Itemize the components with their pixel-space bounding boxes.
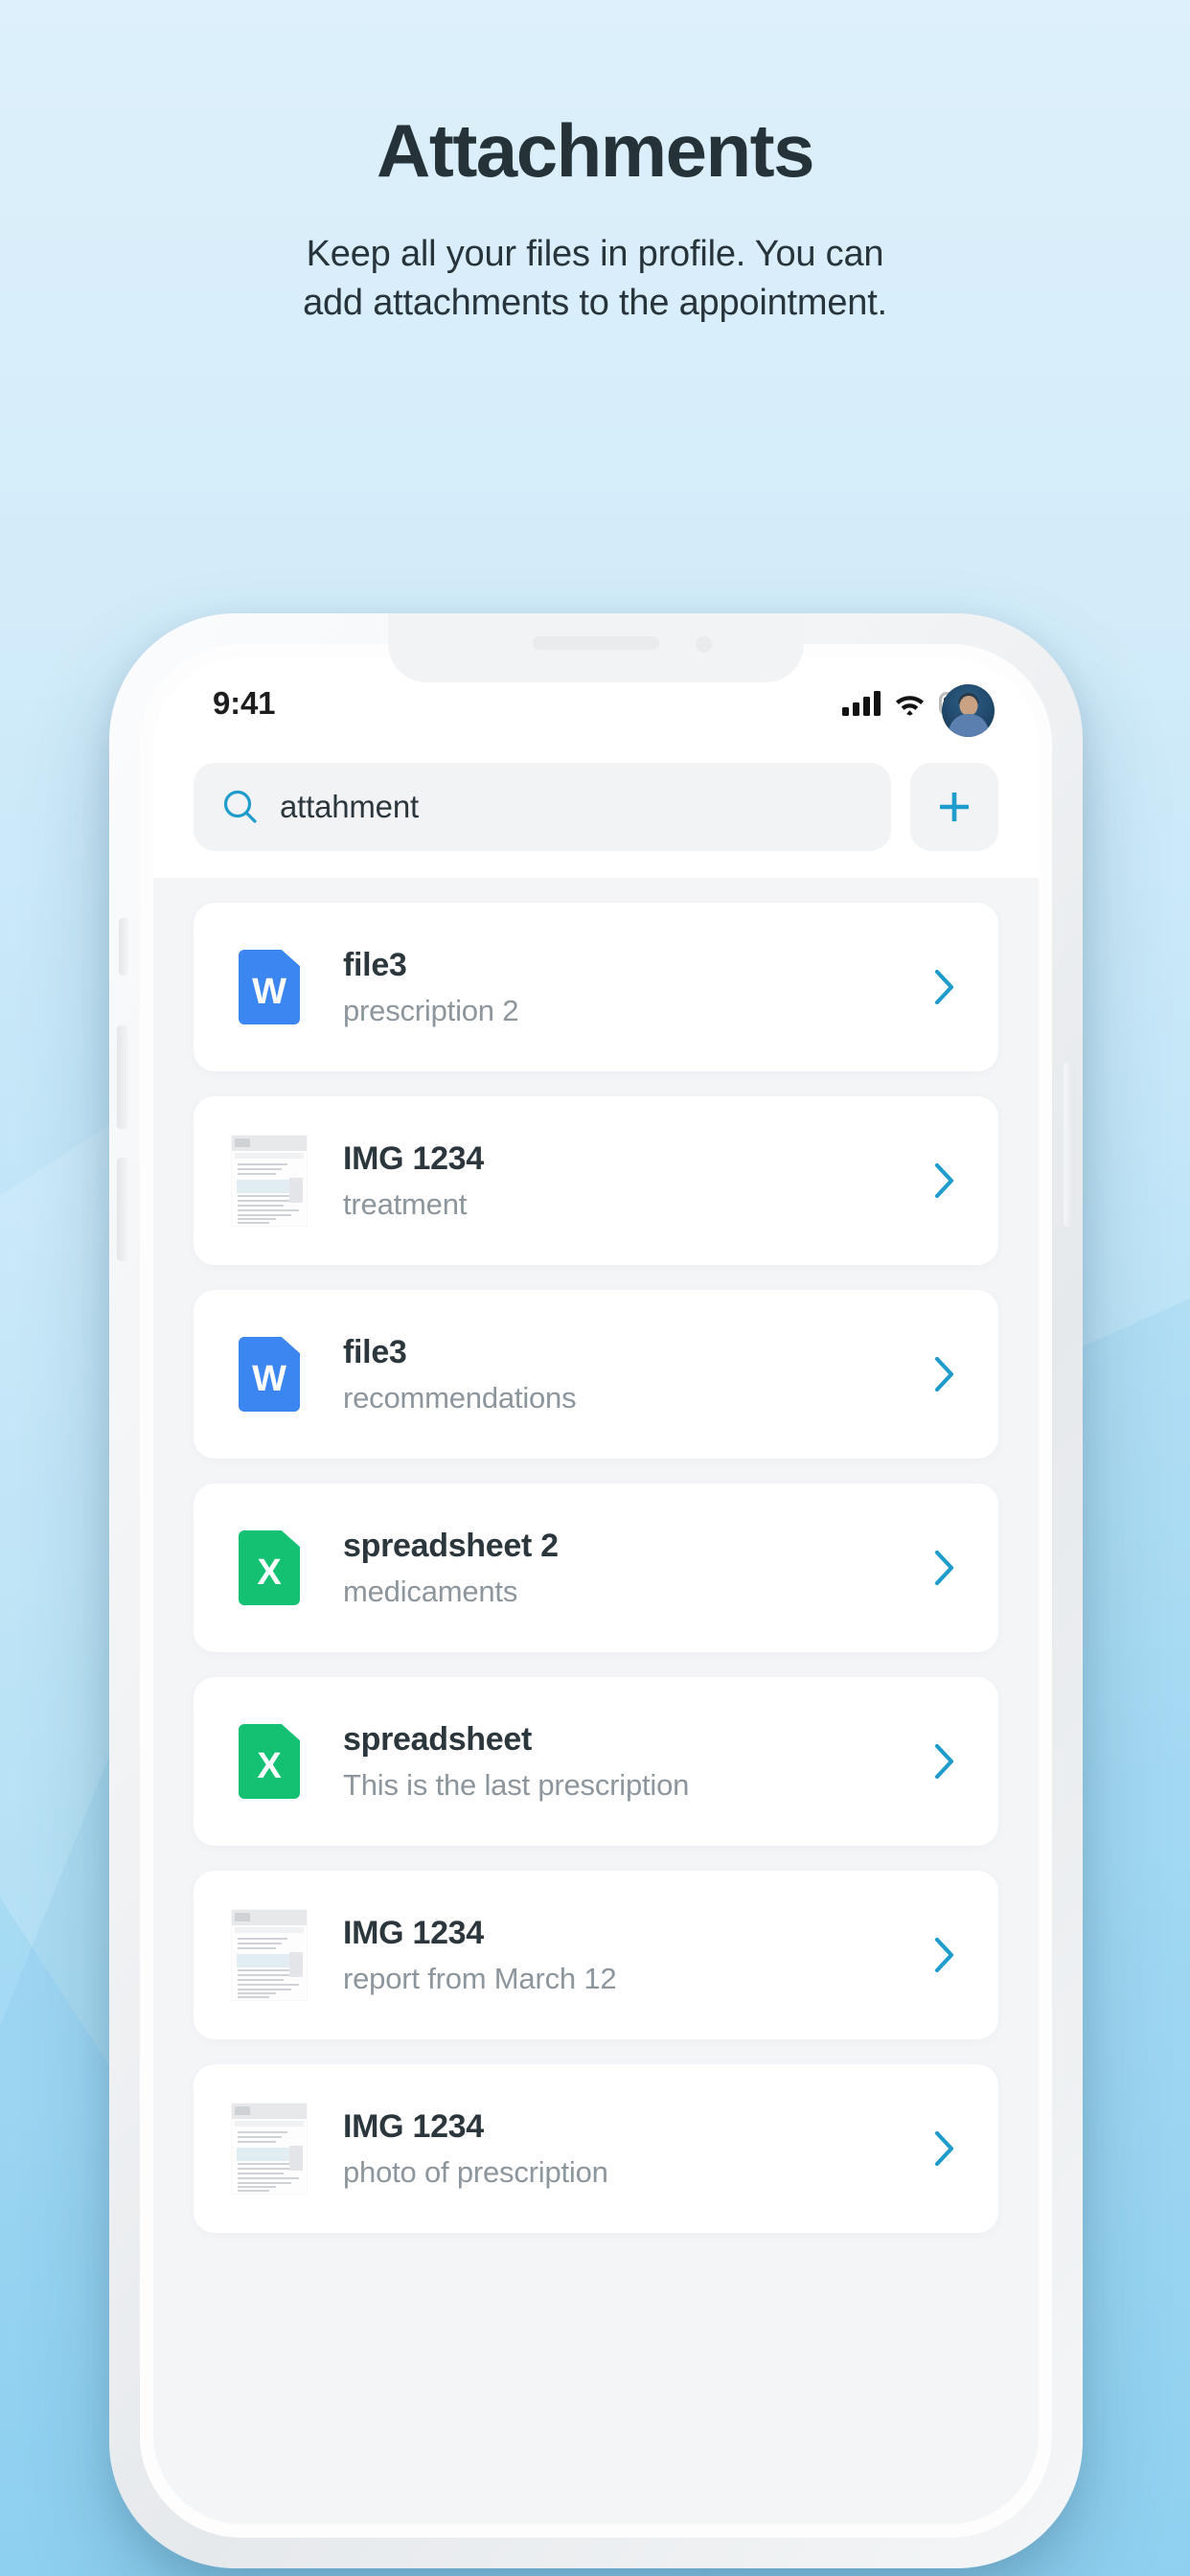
attachment-title: IMG 1234 [343,1139,484,1177]
attachment-list-item[interactable]: IMG 1234 treatment [194,1096,998,1265]
attachment-list-item[interactable]: IMG 1234 photo of prescription [194,2064,998,2233]
image-thumbnail-icon [232,1136,307,1226]
attachments-list: Wfile3 prescription 2 IMG 1234 treatment Wfi… [153,878,1039,2233]
attachment-chevron-button[interactable] [924,1354,966,1394]
cellular-signal-icon [842,691,881,716]
excel-spreadsheet-icon: X [239,1724,300,1799]
attachment-subtitle: photo of prescription [343,2155,608,2190]
word-document-icon: W [239,1337,300,1412]
attachment-text: spreadsheet This is the last prescription [343,1720,924,1804]
attachment-subtitle: report from March 12 [343,1962,617,1996]
attachment-subtitle: medicaments [343,1575,518,1609]
attachment-subtitle: treatment [343,1187,468,1222]
attachment-icon: W [228,1337,310,1412]
attachment-list-item[interactable]: IMG 1234 report from March 12 [194,1871,998,2039]
attachment-subtitle: recommendations [343,1381,577,1415]
chevron-right-icon [934,1937,954,1973]
attachment-title: file3 [343,1333,407,1370]
chevron-right-icon [934,1550,954,1586]
image-thumbnail-icon [232,2104,307,2194]
phone-notch [388,613,804,682]
plus-icon [940,793,969,821]
attachment-icon [228,1910,310,2000]
front-camera [696,636,712,653]
page-subtitle-line2: add attachments to the appointment. [303,282,887,323]
volume-up-button[interactable] [117,1025,128,1129]
power-button[interactable] [1064,1062,1075,1227]
attachment-title: IMG 1234 [343,2107,484,2145]
page-subtitle: Keep all your files in profile. You can … [0,230,1190,328]
chevron-right-icon [934,2130,954,2167]
attachment-icon [228,2104,310,2194]
chevron-right-icon [934,1162,954,1199]
attachment-chevron-button[interactable] [924,1161,966,1201]
word-document-icon: W [239,950,300,1024]
attachment-chevron-button[interactable] [924,1935,966,1975]
attachment-icon [228,1136,310,1226]
search-input[interactable]: attahment [194,763,891,851]
attachment-text: spreadsheet 2 medicaments [343,1527,924,1610]
chevron-right-icon [934,969,954,1005]
attachment-subtitle: This is the last prescription [343,1768,690,1803]
phone-body: 9:41 attahment W file3 prescription 2 IM… [109,613,1083,2568]
hero-section: Attachments Keep all your files in profi… [0,0,1190,328]
attachment-icon: X [228,1530,310,1605]
status-time: 9:41 [213,685,276,721]
attachment-chevron-button[interactable] [924,1741,966,1782]
excel-spreadsheet-icon: X [239,1530,300,1605]
earpiece-speaker [533,636,659,650]
phone-bezel: 9:41 attahment W file3 prescription 2 IM… [140,644,1052,2538]
chevron-right-icon [934,1356,954,1392]
image-thumbnail-icon [232,1910,307,2000]
app-top-section: 9:41 attahment [153,657,1039,878]
phone-mockup: 9:41 attahment W file3 prescription 2 IM… [92,586,1100,2576]
avatar-body [948,713,989,737]
attachment-text: IMG 1234 report from March 12 [343,1914,924,1997]
search-input-value: attahment [280,789,419,824]
attachment-icon: X [228,1724,310,1799]
attachment-title: spreadsheet 2 [343,1527,559,1564]
attachment-icon: W [228,950,310,1024]
search-row: attahment [153,763,1039,851]
page-subtitle-line1: Keep all your files in profile. You can [306,234,884,274]
add-attachment-button[interactable] [910,763,998,851]
attachment-title: spreadsheet [343,1720,533,1758]
wifi-icon [896,695,924,716]
silent-switch[interactable] [119,918,128,976]
attachment-text: IMG 1234 photo of prescription [343,2107,924,2191]
chevron-right-icon [934,1743,954,1780]
phone-screen: 9:41 attahment W file3 prescription 2 IM… [153,657,1039,2524]
page-title: Attachments [377,108,814,193]
attachment-chevron-button[interactable] [924,2128,966,2169]
attachment-title: file3 [343,946,407,983]
attachment-chevron-button[interactable] [924,1548,966,1588]
attachment-subtitle: prescription 2 [343,994,519,1028]
attachment-text: file3 recommendations [343,1333,924,1416]
attachment-list-item[interactable]: Xspreadsheet This is the last prescriptio… [194,1677,998,1846]
attachment-text: file3 prescription 2 [343,946,924,1029]
attachment-list-item[interactable]: Wfile3 prescription 2 [194,903,998,1071]
search-icon [223,790,257,823]
attachment-title: IMG 1234 [343,1914,484,1951]
volume-down-button[interactable] [117,1158,128,1261]
attachment-text: IMG 1234 treatment [343,1139,924,1223]
attachment-list-item[interactable]: Wfile3 recommendations [194,1290,998,1459]
avatar[interactable] [942,683,995,737]
attachment-chevron-button[interactable] [924,967,966,1007]
avatar-head [959,695,977,716]
attachment-list-item[interactable]: Xspreadsheet 2 medicaments [194,1484,998,1652]
